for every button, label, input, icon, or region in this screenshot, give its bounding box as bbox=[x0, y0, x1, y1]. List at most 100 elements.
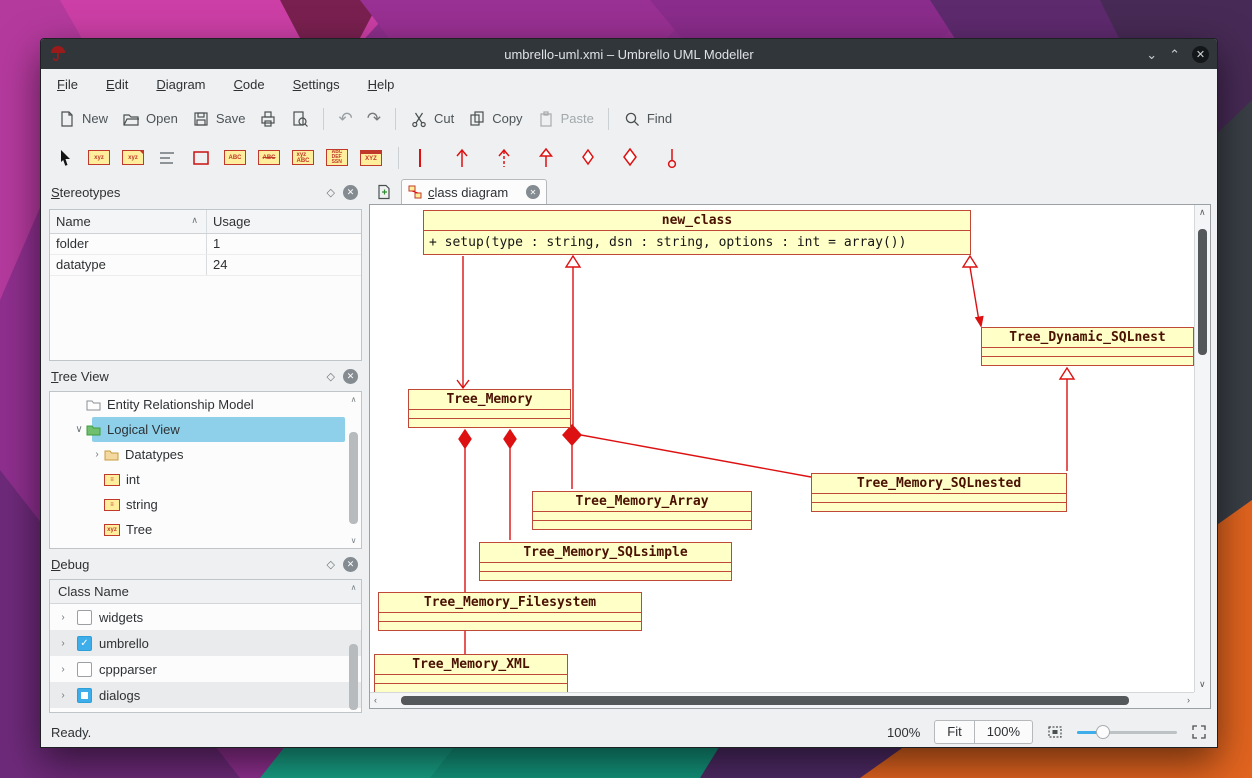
new-tab-button[interactable] bbox=[373, 181, 395, 202]
scroll-down-icon[interactable]: ∨ bbox=[348, 536, 359, 545]
close-icon[interactable]: ✕ bbox=[343, 185, 358, 200]
menu-help[interactable]: Help bbox=[368, 77, 395, 92]
expander-open-icon[interactable]: ∨ bbox=[72, 424, 86, 435]
stereotypes-panel-header[interactable]: Stereotypes ◇ ✕ bbox=[49, 181, 362, 203]
titlebar[interactable]: umbrello-uml.xmi – Umbrello UML Modeller… bbox=[41, 39, 1217, 69]
debug-item-dialogs[interactable]: › dialogs bbox=[50, 682, 361, 708]
uml-class-tree-memory[interactable]: Tree_Memory bbox=[408, 389, 571, 428]
box-tool[interactable] bbox=[187, 144, 215, 172]
find-button[interactable]: Find bbox=[616, 106, 679, 132]
close-icon[interactable]: ✕ bbox=[343, 557, 358, 572]
scrollbar-thumb[interactable] bbox=[1198, 229, 1207, 355]
fullscreen-icon[interactable] bbox=[1191, 724, 1207, 740]
debug-item-umbrello[interactable]: › ✓ umbrello bbox=[50, 630, 361, 656]
menu-file[interactable]: File bbox=[57, 77, 78, 92]
containment-tool[interactable] bbox=[658, 144, 686, 172]
detach-icon[interactable]: ◇ bbox=[327, 370, 335, 383]
detach-icon[interactable]: ◇ bbox=[327, 558, 335, 571]
template-tool[interactable]: xyzABC bbox=[289, 144, 317, 172]
close-icon[interactable]: ✕ bbox=[343, 369, 358, 384]
diagram-canvas[interactable]: new_class + setup(type : string, dsn : s… bbox=[369, 204, 1211, 709]
zoom-100-button[interactable]: 100% bbox=[975, 720, 1033, 744]
uml-class-tree-dynamic-sqlnest[interactable]: Tree_Dynamic_SQLnest bbox=[981, 327, 1194, 366]
treeview-scrollbar[interactable]: ∧ ∨ bbox=[348, 394, 359, 546]
checkbox-partial[interactable] bbox=[77, 688, 92, 703]
debug-item-cppparser[interactable]: › cppparser bbox=[50, 656, 361, 682]
menu-code[interactable]: Code bbox=[234, 77, 265, 92]
open-button[interactable]: Open bbox=[115, 106, 185, 132]
table-row[interactable]: datatype 24 bbox=[50, 255, 361, 276]
expander-closed-icon[interactable]: › bbox=[56, 690, 70, 701]
column-header-name[interactable]: Name∧ bbox=[50, 210, 207, 233]
diagram-view[interactable]: new_class + setup(type : string, dsn : s… bbox=[370, 205, 1194, 692]
scroll-up-icon[interactable]: ∧ bbox=[348, 583, 359, 592]
close-tab-icon[interactable]: ✕ bbox=[526, 185, 540, 199]
column-header-usage[interactable]: Usage bbox=[207, 210, 361, 233]
class-tool[interactable]: xyz bbox=[85, 144, 113, 172]
copy-button[interactable]: Copy bbox=[461, 106, 529, 132]
checkbox-unchecked[interactable] bbox=[77, 662, 92, 677]
tab-class-diagram[interactable]: class diagram ✕ bbox=[401, 179, 547, 204]
fit-page-icon[interactable] bbox=[1047, 724, 1063, 740]
scroll-up-icon[interactable]: ∧ bbox=[1199, 208, 1206, 217]
slider-handle[interactable] bbox=[1096, 725, 1110, 739]
redo-button[interactable]: ↷ bbox=[360, 105, 388, 133]
debug-scrollbar[interactable]: ∧ bbox=[348, 582, 359, 710]
print-button[interactable] bbox=[252, 106, 284, 132]
scrollbar-thumb[interactable] bbox=[349, 644, 358, 710]
debug-panel-header[interactable]: Debug ◇ ✕ bbox=[49, 553, 362, 575]
table-row[interactable]: folder 1 bbox=[50, 234, 361, 255]
zoom-slider[interactable] bbox=[1077, 724, 1177, 740]
dependency-tool[interactable] bbox=[490, 144, 518, 172]
generalization-tool[interactable] bbox=[532, 144, 560, 172]
composition-tool[interactable] bbox=[616, 144, 644, 172]
expander-closed-icon[interactable]: › bbox=[56, 612, 70, 623]
paste-button[interactable]: Paste bbox=[530, 106, 601, 132]
vertical-scrollbar[interactable]: ∧ ∨ bbox=[1194, 205, 1210, 692]
treeview-panel-header[interactable]: Tree View ◇ ✕ bbox=[49, 365, 362, 387]
cut-button[interactable]: Cut bbox=[403, 106, 461, 132]
fit-button[interactable]: Fit bbox=[934, 720, 974, 744]
association-tool[interactable] bbox=[448, 144, 476, 172]
menu-settings[interactable]: Settings bbox=[293, 77, 340, 92]
tree-item-logical-view[interactable]: ∨ Logical View bbox=[50, 417, 361, 442]
print-preview-button[interactable] bbox=[284, 106, 316, 132]
line-tool[interactable] bbox=[406, 144, 434, 172]
detach-icon[interactable]: ◇ bbox=[327, 186, 335, 199]
tree-item-int[interactable]: ≡ int bbox=[50, 467, 361, 492]
scroll-right-icon[interactable]: › bbox=[1187, 696, 1190, 705]
uml-class-new_class[interactable]: new_class + setup(type : string, dsn : s… bbox=[423, 210, 971, 255]
datatype-tool[interactable]: xyz bbox=[119, 144, 147, 172]
undo-button[interactable]: ↶ bbox=[331, 105, 359, 133]
entity-tool[interactable]: XYZ bbox=[357, 144, 385, 172]
new-button[interactable]: New bbox=[51, 106, 115, 132]
label-tool[interactable]: ABC bbox=[221, 144, 249, 172]
scrollbar-thumb[interactable] bbox=[349, 432, 358, 524]
scroll-up-icon[interactable]: ∧ bbox=[348, 395, 359, 404]
minimize-button[interactable]: ⌄ bbox=[1146, 48, 1157, 61]
checkbox-unchecked[interactable] bbox=[77, 610, 92, 625]
uml-class-tree-memory-sqlnested[interactable]: Tree_Memory_SQLnested bbox=[811, 473, 1067, 512]
menu-diagram[interactable]: Diagram bbox=[156, 77, 205, 92]
select-tool[interactable] bbox=[51, 144, 79, 172]
scroll-down-icon[interactable]: ∨ bbox=[1199, 680, 1206, 689]
horizontal-scrollbar[interactable]: ‹ › bbox=[370, 692, 1194, 708]
uml-class-tree-memory-sqlsimple[interactable]: Tree_Memory_SQLsimple bbox=[479, 542, 732, 581]
uml-class-tree-memory-filesystem[interactable]: Tree_Memory_Filesystem bbox=[378, 592, 642, 631]
expander-closed-icon[interactable]: › bbox=[56, 638, 70, 649]
checkbox-checked[interactable]: ✓ bbox=[77, 636, 92, 651]
debug-item-widgets[interactable]: › widgets bbox=[50, 604, 361, 630]
scroll-left-icon[interactable]: ‹ bbox=[374, 696, 377, 705]
expander-closed-icon[interactable]: › bbox=[90, 449, 104, 460]
uml-class-tree-memory-array[interactable]: Tree_Memory_Array bbox=[532, 491, 752, 530]
stereotypes-table-header[interactable]: Name∧ Usage bbox=[50, 210, 361, 234]
maximize-button[interactable]: ⌃ bbox=[1169, 48, 1180, 61]
scrollbar-thumb[interactable] bbox=[401, 696, 1129, 705]
uml-class-tree-memory-xml[interactable]: Tree_Memory_XML bbox=[374, 654, 568, 692]
enum-tool[interactable]: ABCDEFSSN bbox=[323, 144, 351, 172]
tree-item-string[interactable]: ≡ string bbox=[50, 492, 361, 517]
tree-item-tree[interactable]: xyz Tree bbox=[50, 517, 361, 542]
tree-item-entity-relationship-model[interactable]: Entity Relationship Model bbox=[50, 392, 361, 417]
expander-closed-icon[interactable]: › bbox=[56, 664, 70, 675]
close-window-button[interactable]: ✕ bbox=[1192, 46, 1209, 63]
